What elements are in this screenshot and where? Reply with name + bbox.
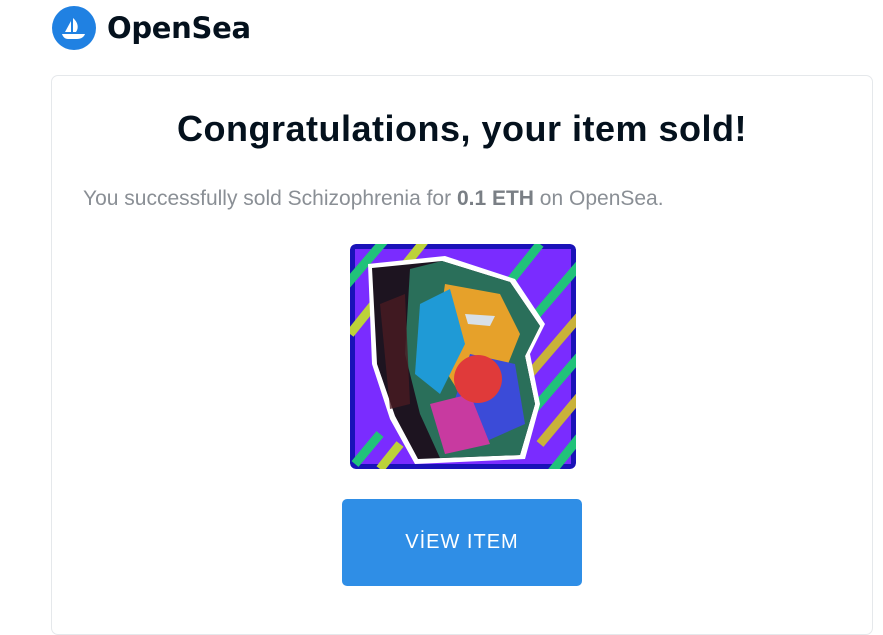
- sale-notification-card: Congratulations, your item sold! You suc…: [51, 75, 873, 635]
- sale-message: You successfully sold Schizophrenia for …: [83, 187, 664, 211]
- nft-artwork-image[interactable]: [350, 244, 576, 469]
- view-item-button[interactable]: VİEW ITEM: [342, 499, 582, 586]
- message-suffix: on OpenSea.: [533, 187, 664, 210]
- brand-header: OpenSea: [52, 6, 251, 50]
- message-prefix: You successfully sold Schizophrenia for: [83, 187, 457, 210]
- opensea-ship-icon[interactable]: [52, 6, 96, 50]
- brand-name[interactable]: OpenSea: [107, 11, 251, 45]
- headline: Congratulations, your item sold!: [176, 108, 748, 149]
- sale-price: 0.1 ETH: [456, 187, 534, 210]
